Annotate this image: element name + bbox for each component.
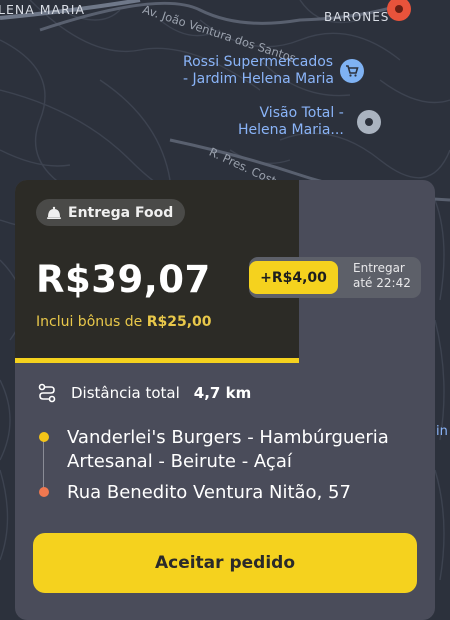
shopping-cart-icon[interactable] xyxy=(340,59,364,83)
bonus-prefix: Inclui bônus de xyxy=(36,314,147,330)
map-edge-text: in xyxy=(436,424,448,439)
pickup-location: Vanderlei's Burgers - Hambúrgueria Artes… xyxy=(67,427,389,472)
poi-label-rossi-line2: - Jardim Helena Maria xyxy=(183,71,335,87)
place-pin-icon[interactable] xyxy=(357,110,381,134)
total-distance: Distância total 4,7 km xyxy=(37,383,251,403)
order-price: R$39,07 xyxy=(36,258,211,301)
poi-label-visao[interactable]: Visão Total - Helena Maria... xyxy=(238,105,344,139)
bonus-info: Inclui bônus de R$25,00 xyxy=(36,314,212,330)
deliver-time: até 22:42 xyxy=(353,276,411,290)
poi-label-rossi[interactable]: Rossi Supermercados - Jardim Helena Mari… xyxy=(183,54,334,88)
service-badge: Entrega Food xyxy=(36,199,186,226)
map-area-label-left: LENA MARIA xyxy=(0,2,85,17)
map-area-label-right: BARONES xyxy=(324,10,390,24)
destination-marker-icon xyxy=(387,0,411,21)
poi-label-visao-line1: Visão Total - xyxy=(259,105,344,121)
order-offer-card: Entrega Food R$39,07 Inclui bônus de R$2… xyxy=(15,180,435,620)
accept-order-button[interactable]: Aceitar pedido xyxy=(33,533,417,593)
extra-amount: +R$4,00 xyxy=(249,261,338,294)
route-connector xyxy=(43,438,44,488)
bonus-value: R$25,00 xyxy=(146,314,212,330)
dropoff-dot-icon xyxy=(39,487,49,497)
deliver-label: Entregar xyxy=(353,261,405,275)
poi-label-rossi-line1: Rossi Supermercados xyxy=(183,54,334,70)
service-badge-label: Entrega Food xyxy=(68,204,174,221)
extra-delivery-pill: +R$4,00 Entregar até 22:42 xyxy=(249,257,421,298)
route-icon xyxy=(38,383,56,403)
delivery-deadline: Entregar até 22:42 xyxy=(353,261,411,291)
distance-value: 4,7 km xyxy=(193,384,252,402)
pickup-dot-icon xyxy=(39,432,49,442)
poi-label-visao-line2: Helena Maria... xyxy=(238,122,344,138)
distance-label: Distância total xyxy=(71,384,180,402)
dropoff-location: Rua Benedito Ventura Nitão, 57 xyxy=(67,482,351,503)
food-cloche-icon xyxy=(47,206,61,219)
